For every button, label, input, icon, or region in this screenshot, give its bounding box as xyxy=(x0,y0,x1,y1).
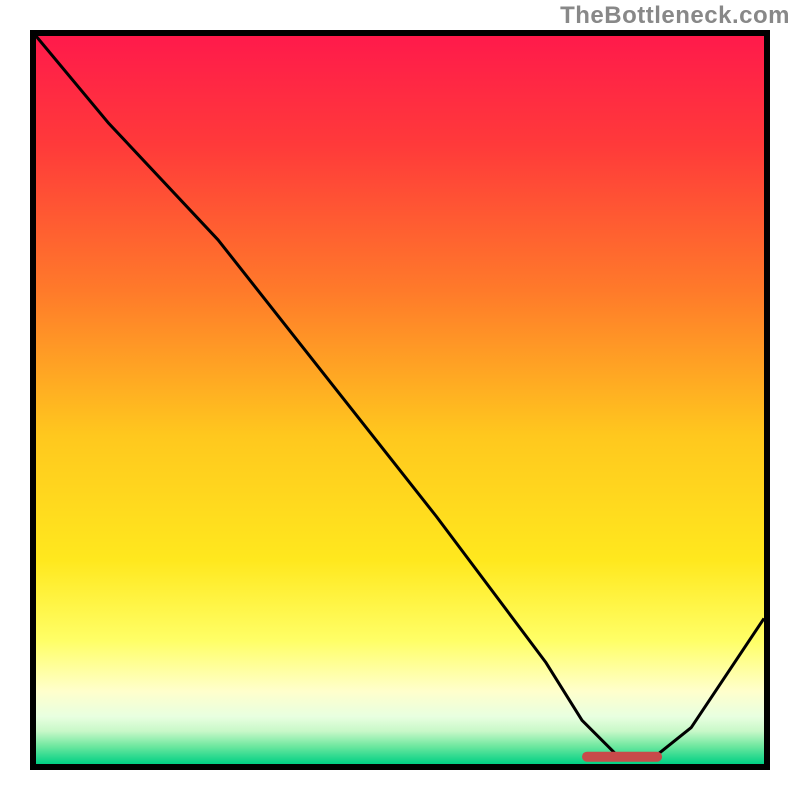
watermark-text: TheBottleneck.com xyxy=(560,2,790,30)
optimal-range-marker xyxy=(582,752,662,762)
chart-container xyxy=(30,30,770,770)
marker-layer xyxy=(582,752,662,762)
bottleneck-chart xyxy=(36,36,764,764)
gradient-background xyxy=(36,36,764,764)
